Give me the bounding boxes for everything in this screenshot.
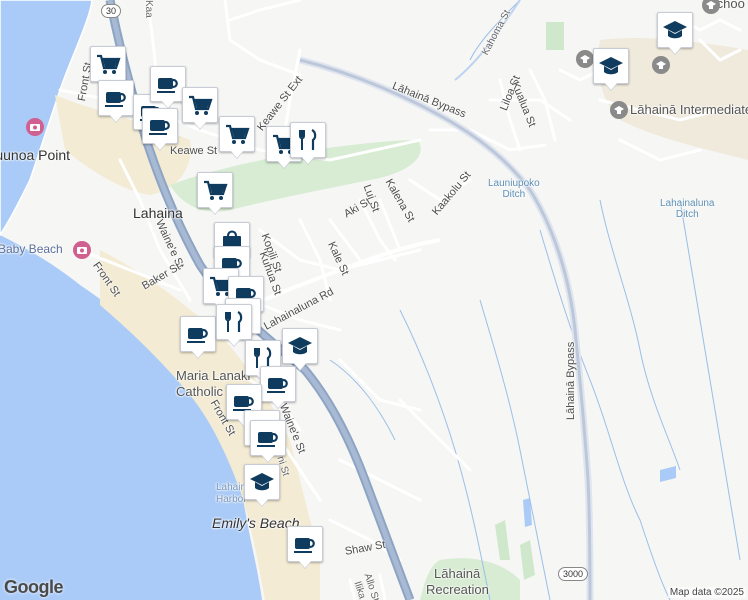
label-recreation-2: Recreation <box>426 582 489 597</box>
map-pin-coffee-16[interactable] <box>180 316 216 352</box>
route-3000-shield: 3000 <box>558 567 589 581</box>
map-pin-school-24[interactable] <box>244 464 280 500</box>
label-puunoa-point: Puunoa Point <box>0 147 71 163</box>
coffee-icon <box>254 424 282 452</box>
map-pin-coffee-20[interactable] <box>260 366 296 402</box>
map-pin-coffee-25[interactable] <box>287 526 323 562</box>
camera-icon <box>30 124 40 131</box>
map-pin-coffee-6[interactable] <box>142 108 178 144</box>
map-pin-restaurant-9[interactable] <box>290 122 326 158</box>
camera-poi-icon[interactable] <box>26 118 44 136</box>
label-keawe-st: Keawe St <box>170 145 218 157</box>
label-lahaina: Lahaina <box>133 205 183 221</box>
map-pin-coffee-23[interactable] <box>250 420 286 456</box>
map-pin-shopping-cart-7[interactable] <box>219 116 255 152</box>
school-icon <box>661 16 689 44</box>
label-catholic: Catholic <box>176 384 223 399</box>
map-attribution[interactable]: Map data ©2025 <box>667 587 746 598</box>
map-pin-shopping-cart-1[interactable] <box>90 46 126 82</box>
label-lahaina-bypass-s: Lāhainā Bypass <box>565 341 577 420</box>
camera-poi-icon-baby-beach[interactable] <box>73 241 91 259</box>
shopping-cart-icon <box>201 176 229 204</box>
school-icon <box>706 1 716 9</box>
map-pin-restaurant-17[interactable] <box>216 304 252 340</box>
school-icon <box>597 52 625 80</box>
school-poi-icon-3[interactable] <box>610 101 628 119</box>
label-recreation-1: Lāhainā <box>434 566 481 581</box>
map-pin-school-18[interactable] <box>282 328 318 364</box>
school-icon <box>580 55 590 63</box>
label-maria-lanakila: Maria Lanaki <box>176 368 251 383</box>
school-icon <box>286 332 314 360</box>
map-pin-coffee-4[interactable] <box>150 66 186 102</box>
map-view[interactable]: Lahaina Front St Front St Front St Waine… <box>0 0 748 600</box>
google-logo[interactable]: Google <box>4 577 64 598</box>
school-icon <box>614 106 624 114</box>
coffee-icon <box>102 84 130 112</box>
shopping-cart-icon <box>94 50 122 78</box>
school-poi-icon-1[interactable] <box>576 50 594 68</box>
map-pin-shopping-cart-5[interactable] <box>182 87 218 123</box>
school-icon <box>248 468 276 496</box>
label-baby-beach: Baby Beach <box>0 242 63 256</box>
school-poi-icon-2[interactable] <box>652 56 670 74</box>
camera-icon <box>77 247 87 254</box>
coffee-icon <box>291 530 319 558</box>
coffee-icon <box>264 370 292 398</box>
label-ka-top: Kaa <box>143 0 154 18</box>
coffee-icon <box>154 70 182 98</box>
label-lahainaluna-ditch: Lahainaluna Ditch <box>660 198 715 220</box>
shopping-cart-icon <box>186 91 214 119</box>
map-pin-school-26[interactable] <box>593 48 629 84</box>
route-30-shield: 30 <box>101 4 122 18</box>
coffee-icon <box>146 112 174 140</box>
shopping-cart-icon <box>223 120 251 148</box>
map-pin-coffee-2[interactable] <box>98 80 134 116</box>
map-pin-school-27[interactable] <box>657 12 693 48</box>
restaurant-icon <box>294 126 322 154</box>
label-intermediate-school: Lāhainā Intermediate School <box>630 102 748 117</box>
school-icon <box>656 61 666 69</box>
map-pin-shopping-cart-10[interactable] <box>197 172 233 208</box>
coffee-icon <box>184 320 212 348</box>
restaurant-icon <box>220 308 248 336</box>
label-launiupoko-ditch: Launiupoko Ditch <box>488 178 540 200</box>
